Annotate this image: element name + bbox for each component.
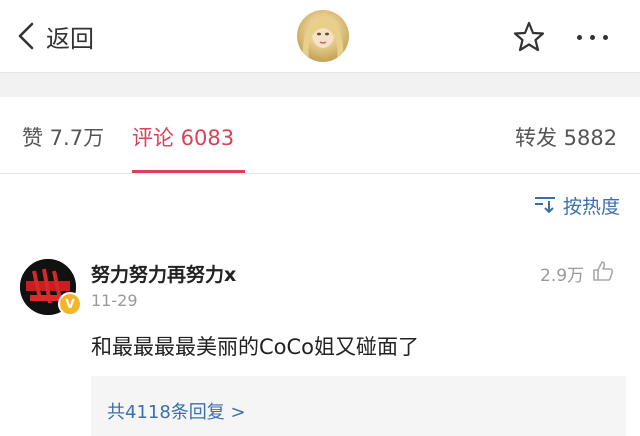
- section-gap: [0, 73, 640, 97]
- tab-likes[interactable]: 赞 7.7万: [22, 122, 104, 152]
- favorite-button[interactable]: [512, 20, 546, 54]
- sort-button[interactable]: 按热度: [533, 192, 620, 219]
- comment-date: 11-29: [91, 291, 138, 310]
- back-button[interactable]: 返回: [18, 14, 94, 58]
- sort-label: 按热度: [563, 196, 621, 218]
- divider: [0, 173, 640, 174]
- tab-reposts[interactable]: 转发 5882: [515, 122, 617, 152]
- more-icon: [576, 34, 582, 40]
- tab-comments[interactable]: 评论 6083: [132, 122, 234, 152]
- verified-badge-icon: V: [58, 292, 82, 316]
- commenter-name[interactable]: 努力努力再努力x: [91, 260, 236, 287]
- sort-icon: [533, 194, 557, 218]
- star-icon: [512, 21, 546, 58]
- view-replies-link[interactable]: 共4118条回复 >: [107, 398, 246, 424]
- profile-avatar[interactable]: [297, 10, 349, 62]
- thumbs-up-icon: [592, 260, 614, 286]
- more-button[interactable]: [572, 24, 612, 50]
- comment-text: 和最最最最美丽的CoCo姐又碰面了: [91, 335, 420, 359]
- comment-like-button[interactable]: 2.9万: [540, 260, 614, 286]
- back-label: 返回: [46, 24, 94, 53]
- back-arrow-icon: [18, 22, 34, 50]
- comment-like-count: 2.9万: [540, 265, 585, 286]
